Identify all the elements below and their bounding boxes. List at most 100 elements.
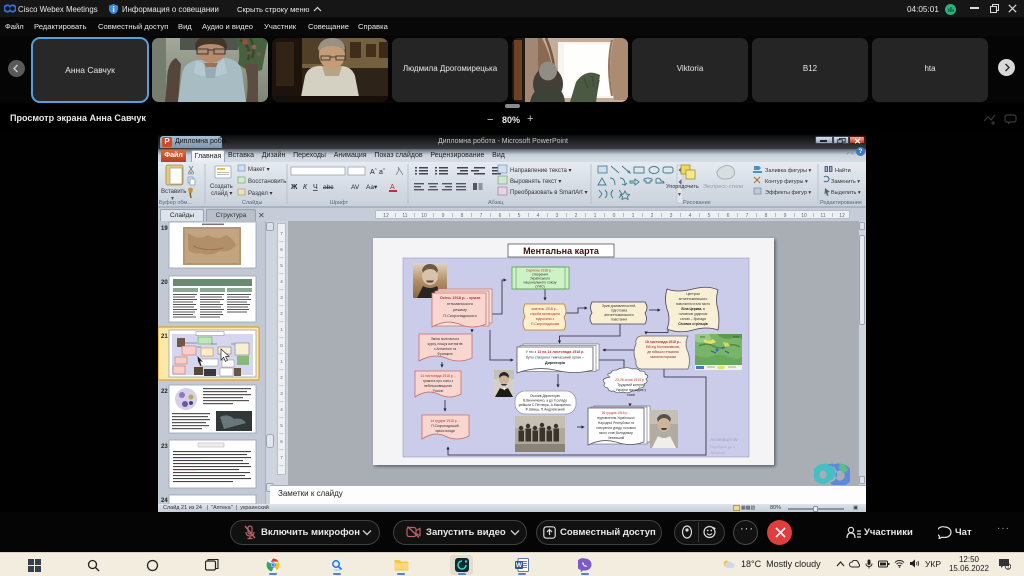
svg-text:України проходив у: України проходив у <box>616 388 647 392</box>
svg-text:Абзац: Абзац <box>488 200 504 206</box>
svg-text:5: 5 <box>708 213 711 219</box>
svg-text:Преобразовать в SmartArt ▾: Преобразовать в SmartArt ▾ <box>510 190 587 196</box>
svg-text:23-26 січня 1919 р. -: 23-26 січня 1919 р. - <box>615 378 647 382</box>
svg-text:(УНС): (УНС) <box>535 285 544 289</box>
svg-text:3: 3 <box>670 213 673 219</box>
svg-text:14 грудня 1918 р. -: 14 грудня 1918 р. - <box>430 419 459 423</box>
svg-text:Зрив домовленостей,: Зрив домовленостей, <box>602 304 636 308</box>
svg-text:Слайды: Слайды <box>242 199 263 206</box>
svg-text:Раздел ▾: Раздел ▾ <box>248 191 273 197</box>
svg-text:зазнали поразки: зазнали поразки <box>650 355 676 359</box>
svg-text:Заливка фигуры ▾: Заливка фигуры ▾ <box>765 168 812 174</box>
svg-text:повстання стало місто: повстання стало місто <box>676 302 710 306</box>
svg-text:Ч: Ч <box>313 184 318 191</box>
svg-text:7: 7 <box>746 213 749 219</box>
svg-text:Січових стрільців: Січових стрільців <box>678 322 708 326</box>
svg-text:з Антантою та: з Антантою та <box>434 347 456 351</box>
svg-text:Ж: Ж <box>290 184 298 191</box>
svg-text:5: 5 <box>280 263 283 268</box>
svg-text:Макет ▾: Макет ▾ <box>248 167 270 173</box>
svg-text:1: 1 <box>1007 564 1010 570</box>
svg-text:П.Скоропадським: П.Скоропадським <box>531 322 560 326</box>
svg-text:W: W <box>516 562 523 569</box>
svg-text:7: 7 <box>280 231 283 236</box>
svg-text:▾: ▾ <box>678 192 681 198</box>
svg-text:головною ударною: головною ударною <box>679 312 708 316</box>
svg-text:У ніч з 13 на 14 листопада 191: У ніч з 13 на 14 листопада 1918 р. <box>526 350 585 354</box>
svg-text:AV: AV <box>351 184 360 191</box>
svg-text:0: 0 <box>280 343 283 348</box>
svg-text:2: 2 <box>280 311 283 316</box>
svg-text:8: 8 <box>765 213 768 219</box>
svg-text:11: 11 <box>820 213 825 219</box>
svg-text:6: 6 <box>280 247 283 252</box>
svg-text:Чехівський: Чехівський <box>608 436 625 440</box>
svg-text:силою – бригада: силою – бригада <box>680 317 706 321</box>
svg-text:Перейдіть до н: Перейдіть до н <box>710 445 735 449</box>
svg-text:зрікся влади: зрікся влади <box>435 429 455 433</box>
svg-text:Росією: Росією <box>433 389 444 393</box>
svg-text:Выровнять текст ▾: Выровнять текст ▾ <box>510 179 561 185</box>
svg-text:9: 9 <box>784 213 787 219</box>
svg-text:1: 1 <box>594 213 597 219</box>
svg-text:Ф.Швець, П.Андрієвський: Ф.Швець, П.Андрієвський <box>525 408 564 412</box>
svg-text:7: 7 <box>280 455 283 460</box>
svg-text:5: 5 <box>280 423 283 428</box>
svg-text:Выделить ▾: Выделить ▾ <box>831 190 861 196</box>
svg-text:Контур фигуры ▾: Контур фигуры ▾ <box>765 179 808 185</box>
svg-text:2: 2 <box>575 213 578 219</box>
svg-text:було створено тимчасовий орган: було створено тимчасовий орган – <box>526 356 584 360</box>
svg-text:курсу, пошук контактів: курсу, пошук контактів <box>428 342 463 346</box>
svg-text:Очолив Директорію: Очолив Директорію <box>530 394 561 398</box>
svg-text:Упорядочить: Упорядочить <box>666 184 699 190</box>
svg-text:слайд ▾: слайд ▾ <box>211 190 232 197</box>
svg-text:12: 12 <box>383 213 389 219</box>
svg-text:Зміна політичного: Зміна політичного <box>431 337 459 341</box>
svg-text:19: 19 <box>161 226 168 232</box>
svg-text:гетьманського: гетьманського <box>447 301 474 306</box>
svg-text:6: 6 <box>280 439 283 444</box>
svg-text:спроба налагодити: спроба налагодити <box>530 312 560 316</box>
svg-text:14 листопада 1918 р. -: 14 листопада 1918 р. - <box>420 374 456 378</box>
svg-text:А: А <box>390 184 395 191</box>
svg-text:3: 3 <box>556 213 559 219</box>
svg-text:Києві: Києві <box>627 393 635 397</box>
svg-text:К: К <box>303 184 308 191</box>
svg-text:7: 7 <box>480 213 483 219</box>
svg-text:Директорія: Директорія <box>545 361 565 365</box>
svg-text:1: 1 <box>280 327 283 332</box>
svg-text:Центром: Центром <box>686 292 700 296</box>
svg-text:Осінь 1918 р. - криза: Осінь 1918 р. - криза <box>440 295 481 300</box>
svg-text:20: 20 <box>161 280 168 286</box>
svg-text:антигетьманського: антигетьманського <box>604 313 634 317</box>
svg-text:жовтень 1918 р. -: жовтень 1918 р. - <box>531 307 558 311</box>
svg-text:26 грудня 1918 р. -: 26 грудня 1918 р. - <box>602 411 631 415</box>
svg-text:1: 1 <box>632 213 635 219</box>
svg-text:грамота про союз з: грамота про союз з <box>423 379 454 383</box>
svg-text:22: 22 <box>161 389 168 395</box>
svg-text:6: 6 <box>727 213 730 219</box>
svg-text:Экспресс-стили: Экспресс-стили <box>703 184 743 190</box>
svg-text:В.Винниченко, а до її складу: В.Винниченко, а до її складу <box>523 399 567 403</box>
svg-text:12: 12 <box>839 213 845 219</box>
svg-text:Создать: Создать <box>210 184 233 190</box>
svg-text:18 листопада 1918 р.-: 18 листопада 1918 р.- <box>645 340 681 344</box>
svg-text:створення уряду, головою: створення уряду, головою <box>596 426 636 430</box>
svg-text:2: 2 <box>280 375 283 380</box>
svg-text:Біла Церква, з: Біла Церква, з <box>681 307 705 311</box>
svg-text:Рисование: Рисование <box>683 200 711 206</box>
svg-text:Ментальна карта: Ментальна карта <box>523 246 600 256</box>
svg-text:Aa▾: Aa▾ <box>366 184 378 191</box>
svg-text:Восстановить: Восстановить <box>248 179 286 185</box>
svg-text:бій під Мотовилівкою,: бій під Мотовилівкою, <box>646 345 680 349</box>
svg-text:Направление текста ▾: Направление текста ▾ <box>510 168 572 174</box>
svg-text:23: 23 <box>161 444 168 450</box>
svg-text:антигетьманського: антигетьманського <box>679 297 708 301</box>
svg-text:Вставить: Вставить <box>161 189 186 195</box>
svg-text:Трудовий конгрес: Трудовий конгрес <box>617 383 645 387</box>
svg-text:21: 21 <box>161 334 168 340</box>
svg-text:3: 3 <box>280 295 283 300</box>
svg-text:небільшовицькою: небільшовицькою <box>424 384 453 388</box>
svg-text:5: 5 <box>518 213 521 219</box>
svg-text:Народної Республіки та: Народної Республіки та <box>598 421 634 425</box>
